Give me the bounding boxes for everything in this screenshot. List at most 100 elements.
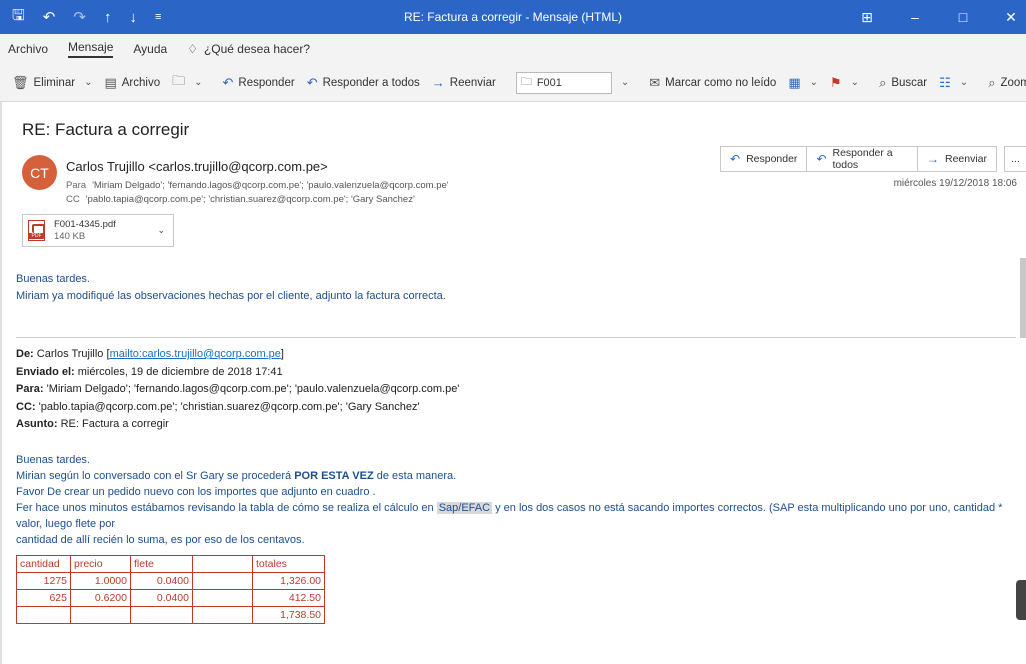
ribbon-display-icon[interactable]: ⊞ [858, 9, 876, 26]
categorize-button[interactable]: ▦ ⌄ [782, 70, 824, 96]
window-controls: ⊞ – □ ✕ [858, 0, 1020, 34]
menu-archivo[interactable]: Archivo [8, 42, 48, 56]
zoom-button[interactable]: ⌕ Zoom [982, 70, 1026, 96]
orig-greeting: Buenas tardes. [16, 454, 90, 466]
lightbulb-icon: ♢ [187, 42, 198, 56]
forward-label: Reenviar [449, 76, 496, 89]
table-cell [130, 606, 193, 624]
reply-all-icon: ↶ [306, 74, 318, 90]
mark-unread-button[interactable]: ✉ Marcar como no leído [643, 70, 782, 96]
reply-all-icon: ↶ [816, 152, 827, 166]
more-actions-button[interactable]: ... [1004, 146, 1026, 172]
chevron-down-icon: ⌄ [84, 77, 93, 88]
down-arrow-icon[interactable]: ↓ [129, 9, 137, 26]
categorize-icon: ▦ [788, 74, 801, 90]
attachment-size: 140 KB [54, 230, 86, 242]
reply-label: Responder [746, 153, 798, 165]
move-button[interactable]: 🗀 ⌄ [166, 70, 208, 96]
undo-icon[interactable]: ↶ [43, 8, 56, 26]
archive-button[interactable]: ▤ Archivo [98, 70, 166, 96]
zoom-icon: ⌕ [988, 74, 996, 90]
table-cell: 1.0000 [70, 572, 131, 590]
orig-from: De: Carlos Trujillo [mailto:carlos.truji… [16, 348, 284, 360]
zoom-label: Zoom [1000, 76, 1026, 89]
mark-unread-label: Marcar como no leído [665, 76, 777, 89]
minimize-icon[interactable]: – [906, 9, 924, 25]
to-value[interactable]: 'Miriam Delgado'; 'fernando.lagos@qcorp.… [92, 180, 449, 191]
message-date: miércoles 19/12/2018 18:06 [893, 178, 1017, 189]
attachment-name: F001-4345.pdf [54, 218, 116, 230]
quick-step-icon: 🗀 [520, 76, 532, 88]
table-cell: 1275 [16, 572, 71, 590]
customize-icon[interactable]: ≡ [155, 11, 161, 23]
orig-line-3: Fer hace unos minutos estábamos revisand… [16, 502, 1003, 530]
reply-all-button[interactable]: ↶ Responder a todos [806, 146, 918, 172]
forward-label: Reenviar [945, 153, 988, 165]
forward-icon: → [431, 75, 445, 90]
flag-icon: ⚑ [830, 74, 842, 90]
table-row: 1275 1.0000 0.0400 1,326.00 [16, 572, 325, 590]
table-cell [192, 589, 253, 607]
to-label: Para [66, 180, 87, 191]
quick-step-box[interactable]: 🗀 F001 [515, 71, 612, 94]
forward-icon: → [927, 152, 939, 166]
restore-icon[interactable]: □ [954, 9, 972, 25]
forward-button[interactable]: → Reenviar [426, 70, 502, 96]
side-panel-tab[interactable] [1016, 580, 1026, 620]
tell-me-box[interactable]: ♢ ¿Qué desea hacer? [187, 42, 310, 56]
pdf-icon [28, 220, 45, 241]
chevron-down-icon: ⌄ [959, 77, 969, 88]
reading-pane-edge [0, 102, 2, 664]
translate-button[interactable]: ☷ ⌄ [933, 70, 974, 96]
cc-recipients: CC 'pablo.tapia@qcorp.com.pe'; 'christian… [66, 194, 415, 205]
message-subject: RE: Factura a corregir [22, 120, 190, 139]
cc-value[interactable]: 'pablo.tapia@qcorp.com.pe'; 'christian.s… [86, 194, 415, 205]
table-cell: 0.6200 [70, 589, 131, 607]
quick-steps: 🗀 F001 ⌄ [510, 70, 635, 96]
cc-label: CC [66, 194, 80, 205]
follow-up-button[interactable]: ⚑ ⌄ [824, 70, 865, 96]
tell-me-label: ¿Qué desea hacer? [203, 42, 311, 56]
reply-all-button[interactable]: ↶ Responder a todos [301, 70, 426, 96]
table-cell [192, 606, 253, 624]
chevron-down-icon[interactable]: ⌄ [157, 225, 165, 236]
reply-button[interactable]: ↶ Responder [720, 146, 808, 172]
quick-step-label: F001 [536, 76, 562, 89]
table-cell: 1,326.00 [252, 572, 325, 590]
sender-name[interactable]: Carlos Trujillo <carlos.trujillo@qcorp.c… [66, 159, 328, 174]
table-header: flete [130, 555, 193, 573]
table-cell [192, 572, 253, 590]
redo-icon[interactable]: ↷ [73, 8, 86, 26]
quote-divider [16, 337, 1016, 338]
totals-table: cantidad precio flete totales 1275 1.000… [16, 555, 325, 624]
menu-mensaje[interactable]: Mensaje [68, 40, 114, 58]
table-cell: 1,738.50 [252, 606, 325, 624]
chevron-down-icon: ⌄ [809, 77, 819, 88]
table-row: 1,738.50 [16, 606, 325, 624]
trash-icon: 🗑 [12, 74, 29, 90]
table-header: totales [252, 555, 325, 573]
forward-button[interactable]: → Reenviar [917, 146, 998, 172]
original-header: De: Carlos Trujillo [mailto:carlos.truji… [16, 346, 459, 434]
chevron-down-icon[interactable]: ⌄ [621, 77, 629, 88]
avatar[interactable]: CT [22, 155, 57, 190]
close-icon[interactable]: ✕ [1002, 9, 1020, 26]
menu-bar: Archivo Mensaje Ayuda ♢ ¿Qué desea hacer… [0, 34, 1026, 64]
up-arrow-icon[interactable]: ↑ [104, 9, 112, 26]
delete-button[interactable]: 🗑 Eliminar ⌄ [6, 70, 98, 96]
table-header [192, 555, 253, 573]
search-icon: ⌕ [879, 74, 887, 90]
table-header: precio [70, 555, 131, 573]
attachment-info: F001-4345.pdf 140 KB [54, 219, 116, 243]
menu-ayuda[interactable]: Ayuda [133, 42, 167, 56]
scrollbar-thumb[interactable] [1020, 258, 1026, 338]
attachment-card[interactable]: F001-4345.pdf 140 KB ⌄ [22, 214, 174, 247]
move-folder-icon: 🗀 [172, 72, 186, 88]
translate-icon: ☷ [939, 74, 951, 90]
table-row: 625 0.6200 0.0400 412.50 [16, 589, 325, 607]
save-icon[interactable]: 🖫 [12, 5, 25, 30]
reply-button[interactable]: ↶ Responder [217, 70, 301, 96]
mailto-link[interactable]: mailto:carlos.trujillo@qcorp.com.pe [110, 348, 281, 360]
search-button[interactable]: ⌕ Buscar [873, 70, 933, 96]
reply-label: Responder [238, 76, 295, 89]
